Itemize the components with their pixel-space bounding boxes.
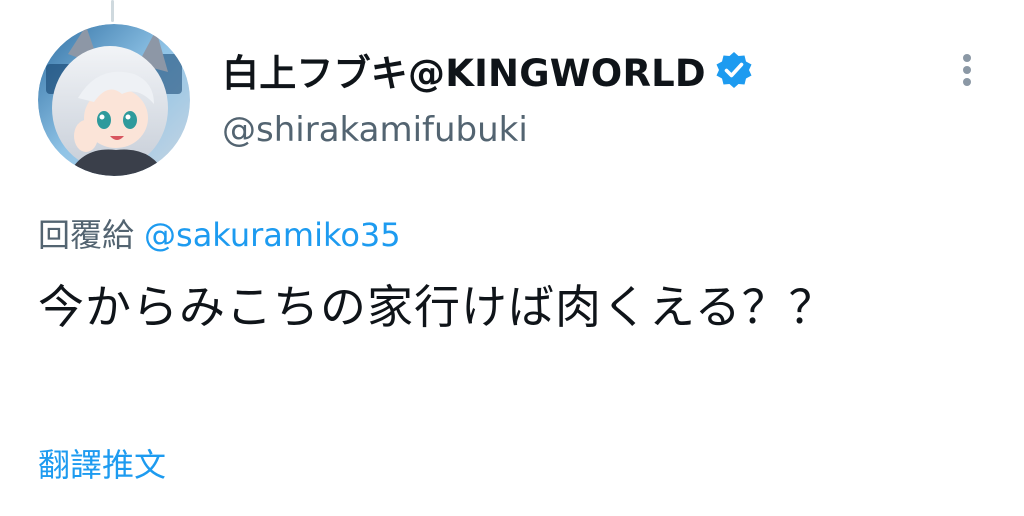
author-avatar[interactable] (38, 24, 190, 176)
tweet-text: 今からみこちの家行けば肉くえる？？ (38, 280, 836, 334)
more-vertical-icon (963, 54, 971, 86)
reply-to-mention[interactable]: @sakuramiko35 (144, 216, 401, 254)
author-handle[interactable]: @shirakamifubuki (222, 110, 754, 150)
display-name[interactable]: 白上フブキ@KINGWORLD (222, 43, 706, 97)
author-info: 白上フブキ@KINGWORLD @shirakamifubuki (222, 42, 754, 150)
avatar-image (38, 24, 190, 176)
translate-tweet-link[interactable]: 翻譯推文 (38, 440, 166, 486)
reply-context: 回覆給 @sakuramiko35 (38, 210, 401, 256)
reply-prefix: 回覆給 (38, 216, 135, 254)
thread-connector-line (111, 0, 114, 22)
display-name-row[interactable]: 白上フブキ@KINGWORLD (222, 42, 754, 98)
more-options-button[interactable] (950, 48, 984, 92)
verified-badge-icon (714, 50, 754, 90)
